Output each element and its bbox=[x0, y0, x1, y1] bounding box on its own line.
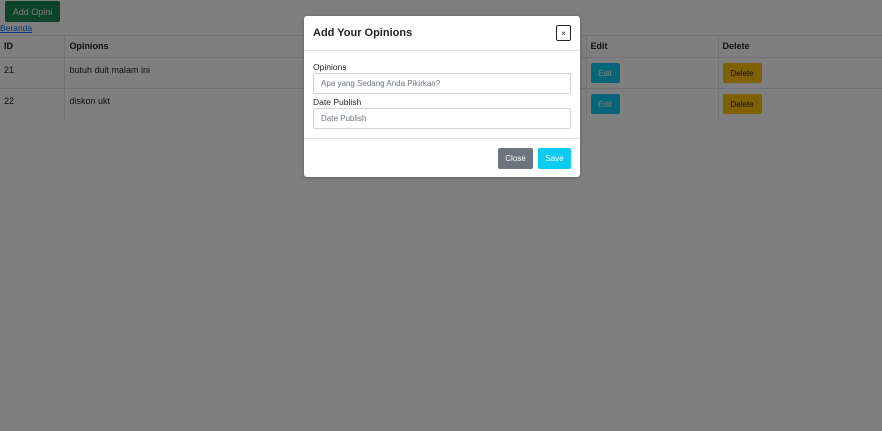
opinions-label: Opinions bbox=[313, 62, 347, 72]
close-icon[interactable]: × bbox=[556, 25, 571, 41]
opinions-input[interactable] bbox=[313, 73, 571, 94]
date-publish-input[interactable] bbox=[313, 108, 571, 129]
date-publish-label: Date Publish bbox=[313, 97, 362, 107]
modal-footer: Close Save bbox=[304, 138, 580, 177]
close-button[interactable]: Close bbox=[498, 148, 533, 169]
save-button[interactable]: Save bbox=[538, 148, 571, 169]
add-opinion-modal: Add Your Opinions × Opinions Date Publis… bbox=[304, 16, 580, 177]
modal-title: Add Your Opinions bbox=[313, 27, 413, 39]
modal-header: Add Your Opinions × bbox=[304, 16, 580, 51]
